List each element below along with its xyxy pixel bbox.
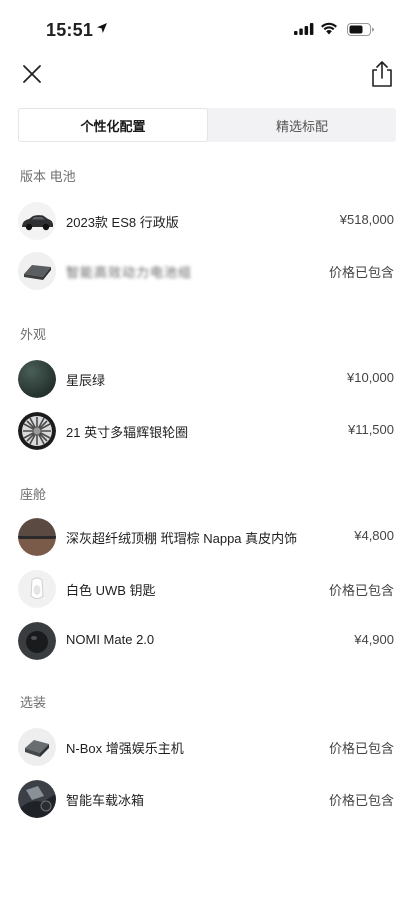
battery-pack-thumbnail-icon xyxy=(18,252,56,290)
section-title-cabin: 座舱 xyxy=(20,487,47,502)
config-item-label: 智能车载冰箱 xyxy=(66,793,145,808)
config-row-paint[interactable]: 星辰绿 ¥10,000 xyxy=(0,358,414,402)
config-item-price: ¥518,000 xyxy=(339,212,394,227)
section-title-exterior: 外观 xyxy=(20,327,47,342)
nomi-thumbnail-icon xyxy=(18,622,56,660)
share-icon[interactable] xyxy=(369,60,395,88)
config-item-label: 星辰绿 xyxy=(66,373,106,388)
tab-standard-features[interactable]: 精选标配 xyxy=(208,108,396,142)
status-bar: 15:51 xyxy=(0,0,414,50)
config-item-price: ¥4,900 xyxy=(354,632,394,647)
close-icon[interactable] xyxy=(20,62,44,86)
config-item-label: 深灰超纤绒顶棚 玳瑁棕 Nappa 真皮内饰 xyxy=(66,531,298,546)
config-row-nomi[interactable]: NOMI Mate 2.0 ¥4,900 xyxy=(0,620,414,664)
config-item-price: ¥11,500 xyxy=(347,422,394,437)
config-item-price: 价格已包含 xyxy=(328,741,394,756)
config-item-label: NOMI Mate 2.0 xyxy=(66,632,155,647)
config-row-fridge[interactable]: 智能车载冰箱 价格已包含 xyxy=(0,778,414,822)
config-item-label: N-Box 增强娱乐主机 xyxy=(66,741,184,756)
config-item-label: 21 英寸多辐辉银轮圈 xyxy=(66,425,189,440)
wifi-icon xyxy=(321,22,337,35)
config-item-price: 价格已包含 xyxy=(328,265,394,280)
wheel-thumbnail-icon xyxy=(18,412,56,450)
config-row-wheels[interactable]: 21 英寸多辐辉银轮圈 ¥11,500 xyxy=(0,410,414,454)
section-title-version: 版本 电池 xyxy=(20,169,76,184)
car-thumbnail-icon xyxy=(18,202,56,240)
interior-swatch-icon xyxy=(18,518,56,556)
config-row-interior[interactable]: 深灰超纤绒顶棚 玳瑁棕 Nappa 真皮内饰 ¥4,800 xyxy=(0,516,414,560)
config-item-price: 价格已包含 xyxy=(328,793,394,808)
config-row-model[interactable]: 2023款 ES8 行政版 ¥518,000 xyxy=(0,200,414,244)
paint-color-swatch-icon xyxy=(18,360,56,398)
status-time: 15:51 xyxy=(46,20,94,40)
config-item-label: 智能高效动力电池组 xyxy=(66,265,193,280)
config-item-price: ¥10,000 xyxy=(347,370,394,385)
section-title-options: 选装 xyxy=(20,695,47,710)
config-item-price: ¥4,800 xyxy=(354,528,394,543)
key-fob-thumbnail-icon xyxy=(18,570,56,608)
config-item-price: 价格已包含 xyxy=(328,583,394,598)
config-row-key[interactable]: 白色 UWB 钥匙 价格已包含 xyxy=(0,568,414,612)
config-row-battery[interactable]: 智能高效动力电池组 价格已包含 xyxy=(0,250,414,294)
tab-personalized-config[interactable]: 个性化配置 xyxy=(18,108,208,142)
battery-icon xyxy=(347,23,374,36)
cellular-signal-icon xyxy=(294,23,314,35)
nbox-thumbnail-icon xyxy=(18,728,56,766)
config-tabs: 个性化配置 精选标配 xyxy=(18,108,396,142)
config-item-label: 2023款 ES8 行政版 xyxy=(66,215,179,230)
fridge-thumbnail-icon xyxy=(18,780,56,818)
config-row-nbox[interactable]: N-Box 增强娱乐主机 价格已包含 xyxy=(0,726,414,770)
location-arrow-icon xyxy=(97,23,107,33)
config-item-label: 白色 UWB 钥匙 xyxy=(66,583,156,598)
